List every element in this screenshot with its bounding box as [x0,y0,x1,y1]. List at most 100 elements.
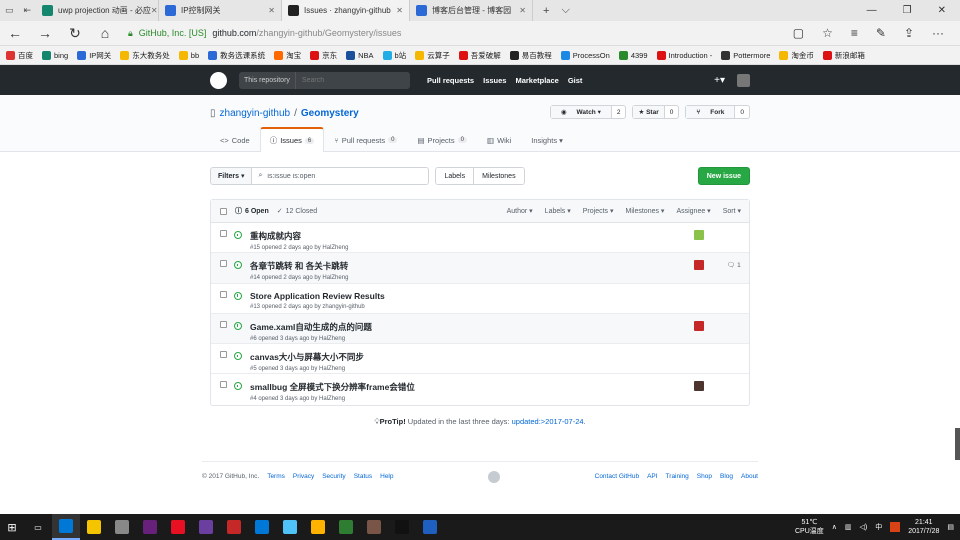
closed-issues-link[interactable]: ✓ 12 Closed [277,207,317,216]
repo-tab[interactable]: Insights ▾ [521,127,573,152]
taskbar-app-icon[interactable] [192,514,220,540]
issue-checkbox[interactable] [220,260,227,268]
network-icon[interactable]: ▥ [845,523,852,531]
notifications-icon[interactable]: ▤ [947,523,954,531]
footer-link[interactable]: Blog [720,473,733,480]
header-nav-link[interactable]: Issues [483,76,506,85]
github-logo-icon[interactable] [210,71,227,89]
browser-tab[interactable]: IP控制网关 ✕ [159,0,282,21]
bookmark-item[interactable]: bb [178,50,199,60]
user-avatar[interactable] [737,73,750,87]
assignee-avatar[interactable] [694,260,704,271]
header-nav-link[interactable]: Gist [568,76,583,85]
search-input[interactable] [295,76,406,84]
repo-tab[interactable]: ▤ Projects 0 [407,127,477,152]
bookmark-item[interactable]: 东大教务处 [120,50,170,61]
bookmark-item[interactable]: 教务选课系统 [208,50,265,61]
issue-title-link[interactable]: 各章节跳转 和 各关卡跳转 [250,260,348,272]
select-all-checkbox[interactable] [220,207,227,215]
minimize-icon[interactable]: — [867,5,877,16]
taskbar-app-icon[interactable] [360,514,388,540]
milestones-button[interactable]: Milestones [473,168,523,184]
repo-owner-link[interactable]: zhangyin-github [220,108,291,119]
scrollbar-thumb[interactable] [955,428,960,460]
tab-preview-icon[interactable]: ▭ [5,5,14,16]
sort-menu[interactable]: Projects ▾ [583,207,614,215]
browser-tab[interactable]: Issues · zhangyin-github ✕ [282,0,410,21]
taskbar-app-icon[interactable] [136,514,164,540]
issue-search-input[interactable] [267,172,418,180]
issue-checkbox[interactable] [220,381,227,389]
tab-back-icon[interactable]: ⇤ [23,5,31,16]
new-tab-icon[interactable]: + [543,5,549,17]
hub-icon[interactable]: ≡ [851,26,858,40]
forward-icon[interactable]: → [38,25,52,41]
bookmark-item[interactable]: 京东 [310,50,337,61]
footer-link[interactable]: Status [354,473,372,480]
bookmark-item[interactable]: IP网关 [77,50,111,61]
volume-icon[interactable]: ◁) [860,523,868,531]
ime-indicator[interactable]: 中 [875,522,882,532]
tab-close-icon[interactable]: ✕ [519,6,526,15]
repo-tab[interactable]: <> Code [210,127,260,152]
bookmark-item[interactable]: Introduction - [656,50,712,60]
tab-dropdown-icon[interactable]: ⌵ [561,4,569,17]
sort-menu[interactable]: Labels ▾ [545,207,571,215]
open-issues-link[interactable]: ⓘ 6 Open [235,206,269,216]
taskbar-app-icon[interactable] [276,514,304,540]
taskbar-app-icon[interactable] [108,514,136,540]
comment-count[interactable]: 🗨︎ 1 [727,261,741,269]
sort-menu[interactable]: Sort ▾ [723,207,741,215]
refresh-icon[interactable]: ↻ [68,25,82,42]
bookmark-item[interactable]: 淘金币 [779,50,814,61]
footer-link[interactable]: Terms [267,473,285,480]
tab-close-icon[interactable]: ✕ [268,6,275,15]
taskbar-app-icon[interactable] [304,514,332,540]
repo-tab[interactable]: ⑂ Pull requests 0 [324,127,407,152]
bookmark-item[interactable]: b站 [382,50,406,61]
footer-link[interactable]: Contact GitHub [595,473,639,480]
browser-tab[interactable]: 博客后台管理 - 博客园 ✕ [410,0,533,21]
footer-link[interactable]: About [741,473,758,480]
footer-link[interactable]: Privacy [293,473,314,480]
bookmark-item[interactable]: ProcessOn [560,50,610,60]
close-window-icon[interactable]: ✕ [938,5,946,16]
issue-title-link[interactable]: Store Application Review Results [250,291,385,301]
repo-tab[interactable]: ▥ Wiki [477,127,521,152]
footer-link[interactable]: Shop [697,473,712,480]
taskbar-app-icon[interactable] [332,514,360,540]
taskbar-app-icon[interactable] [388,514,416,540]
footer-link[interactable]: Security [322,473,345,480]
bookmark-item[interactable]: 吾爱破解 [458,50,501,61]
assignee-avatar[interactable] [694,230,704,240]
taskbar-app-icon[interactable] [164,514,192,540]
fork-button[interactable]: ⑂ Fork 0 [685,105,750,119]
notes-icon[interactable]: ✎ [876,26,886,40]
browser-tab[interactable]: uwp projection 动画 - 必应 ✕ [36,0,159,21]
back-icon[interactable]: ← [8,25,22,41]
issue-title-link[interactable]: canvas大小与屏幕大小不同步 [250,351,364,363]
bookmark-item[interactable]: Pottermore [721,50,770,60]
bookmark-item[interactable]: 淘宝 [274,50,301,61]
task-view-icon[interactable]: ▭ [24,514,52,540]
bookmark-item[interactable]: NBA [346,50,374,60]
footer-link[interactable]: Help [380,473,393,480]
repo-name-link[interactable]: Geomystery [301,108,359,119]
watch-button[interactable]: ◉ Watch ▾ 2 [549,105,627,119]
start-windows-icon[interactable]: ⊞ [0,521,24,534]
input-icon[interactable] [890,522,901,532]
issue-title-link[interactable]: Game.xaml自动生成的点的问题 [250,321,372,333]
taskbar-app-icon[interactable] [220,514,248,540]
filters-button[interactable]: Filters ▾ [210,167,253,185]
sort-menu[interactable]: Author ▾ [507,207,533,215]
header-nav-link[interactable]: Pull requests [427,76,474,85]
taskbar-app-icon[interactable] [248,514,276,540]
bookmark-item[interactable]: 云算子 [415,50,450,61]
bookmark-item[interactable]: bing [42,50,68,60]
assignee-avatar[interactable] [694,381,704,392]
labels-button[interactable]: Labels [436,168,473,184]
issue-checkbox[interactable] [220,351,227,359]
tab-close-icon[interactable]: ✕ [396,6,403,15]
header-nav-link[interactable]: Marketplace [515,76,558,85]
github-footer-logo-icon[interactable] [488,470,501,483]
